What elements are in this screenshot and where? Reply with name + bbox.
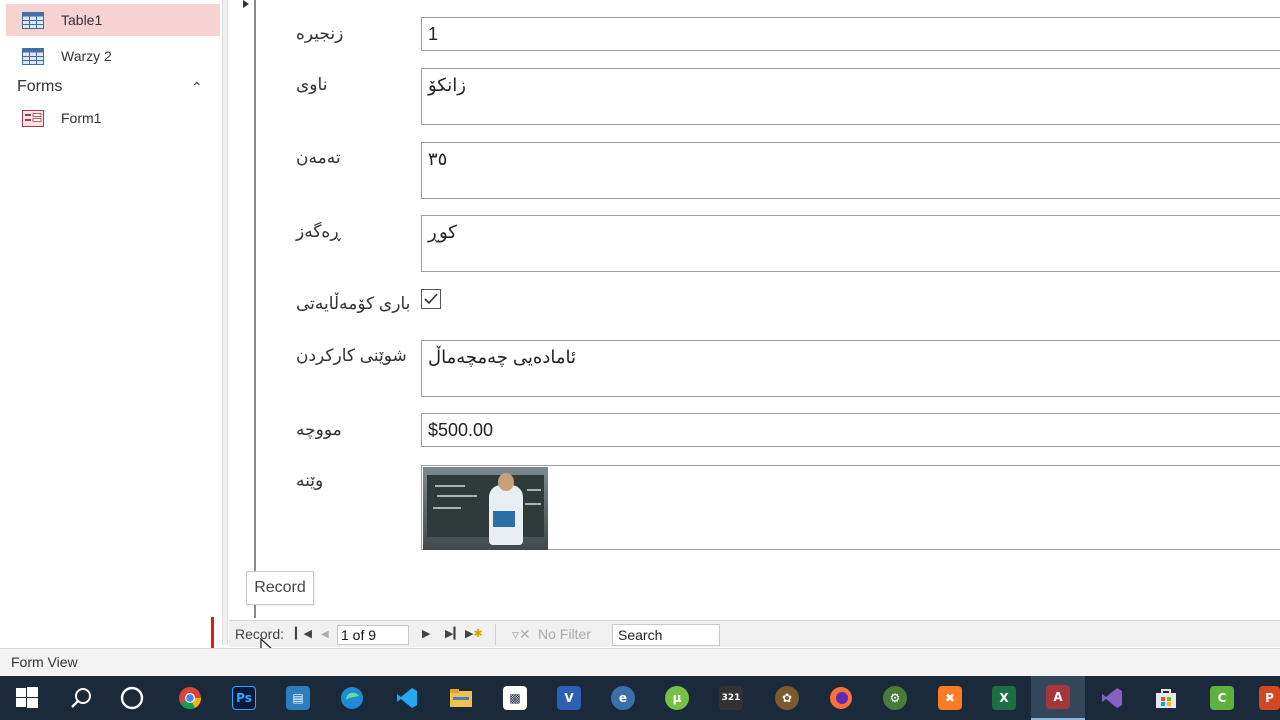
last-record-icon[interactable]: ▶︎▎ [445, 621, 462, 648]
search-input[interactable]: Search [612, 624, 720, 646]
field-name-input[interactable]: زانکۆ [421, 68, 1280, 125]
person-photo [423, 467, 548, 550]
nav-item-table1[interactable]: Table1 [6, 4, 220, 36]
table-icon [22, 12, 44, 29]
visio-icon[interactable]: V [542, 676, 596, 720]
filter-toggle[interactable]: ▿✕ No Filter [495, 624, 605, 645]
app-icon[interactable]: ✿ [760, 676, 814, 720]
filter-label: No Filter [538, 626, 591, 642]
media-icon[interactable]: 321 [704, 676, 758, 720]
table-icon [22, 48, 44, 65]
app-icon[interactable]: ▩ [488, 676, 542, 720]
vscode-icon[interactable] [380, 676, 434, 720]
file-explorer-icon[interactable] [434, 676, 488, 720]
status-text: Form View [11, 654, 78, 670]
field-label-workplace: شوێنی کارکردن [296, 346, 407, 365]
field-label-photo: وێنە [296, 471, 324, 490]
edge-icon[interactable] [325, 676, 379, 720]
form-icon [22, 110, 44, 127]
utorrent-icon[interactable]: μ [650, 676, 704, 720]
pane-splitter[interactable] [222, 0, 228, 645]
search-icon[interactable] [54, 676, 108, 720]
nav-item-label: Form1 [61, 110, 102, 126]
nav-item-form1[interactable]: Form1 [6, 102, 220, 134]
explorer-users-icon[interactable]: ▤ [271, 676, 325, 720]
field-workplace-input[interactable]: ئامادەیی چەمچەماڵ [421, 340, 1280, 397]
camtasia-icon[interactable]: C [1195, 676, 1249, 720]
nav-item-label: Warzy 2 [61, 48, 112, 64]
nav-item-warzy2[interactable]: Warzy 2 [6, 40, 220, 72]
store-icon[interactable] [1139, 676, 1193, 720]
field-age-input[interactable]: ٣٥ [421, 142, 1280, 199]
firefox-icon[interactable] [814, 676, 868, 720]
field-gender-value: کوڕ [428, 222, 457, 242]
filter-icon: ▿✕ [512, 626, 531, 642]
field-label-name: ناوی [296, 75, 328, 94]
xampp-icon[interactable]: ✖ [923, 676, 977, 720]
field-workplace-value: ئامادەیی چەمچەماڵ [428, 347, 576, 367]
windows-taskbar: Ps ▤ ▩ V e μ 321 ✿ ⚙ ✖ X A C P [0, 676, 1280, 720]
new-record-icon[interactable]: ▶︎✱ [465, 621, 483, 648]
app-icon[interactable]: ⚙ [868, 676, 922, 720]
excel-icon[interactable]: X [977, 676, 1031, 720]
powerpoint-icon[interactable]: P [1249, 676, 1280, 720]
field-label-serial: زنجیرە [296, 24, 344, 43]
field-label-age: تەمەن [296, 148, 341, 167]
checkmark-icon [424, 293, 438, 305]
field-label-salary: مووچە [296, 420, 342, 439]
record-selector[interactable] [229, 0, 256, 618]
nav-group-forms[interactable]: Forms [17, 78, 62, 96]
field-serial-input[interactable]: 1 [421, 17, 1280, 51]
visual-studio-icon[interactable] [1085, 676, 1139, 720]
photo-field[interactable] [421, 465, 1280, 550]
photoshop-icon[interactable]: Ps [217, 676, 271, 720]
next-record-icon[interactable]: ▶︎ [422, 621, 430, 648]
collapse-chevron-icon[interactable]: ⌃︎ [191, 79, 203, 96]
windows-start-icon[interactable] [0, 676, 54, 720]
nav-item-label: Table1 [61, 12, 103, 28]
navigation-pane: Table1 Warzy 2 Forms ⌃︎ Form1 [0, 0, 222, 645]
field-name-value: زانکۆ [428, 75, 466, 95]
field-gender-input[interactable]: کوڕ [421, 215, 1280, 272]
chrome-icon[interactable] [163, 676, 217, 720]
current-record-arrow-icon [243, 0, 249, 8]
app-icon[interactable]: e [596, 676, 650, 720]
access-icon[interactable]: A [1031, 676, 1085, 720]
red-highlight-mark [211, 617, 379, 651]
record-tooltip: Record [246, 571, 314, 605]
field-salary-input[interactable]: $500.00 [421, 413, 1280, 447]
cortana-icon[interactable] [105, 676, 159, 720]
status-bar: Form View [0, 648, 1280, 676]
field-label-gender: ڕەگەز [296, 222, 341, 241]
field-label-marital-status: باری کۆمەڵایەتی [296, 294, 411, 313]
record-navigation-bar: Record: ▎◀︎ ◀︎ 1 of 9 ▶︎ ▶︎▎ ▶︎✱ ▿✕ No F… [229, 620, 1280, 647]
marital-status-checkbox[interactable] [421, 289, 441, 309]
